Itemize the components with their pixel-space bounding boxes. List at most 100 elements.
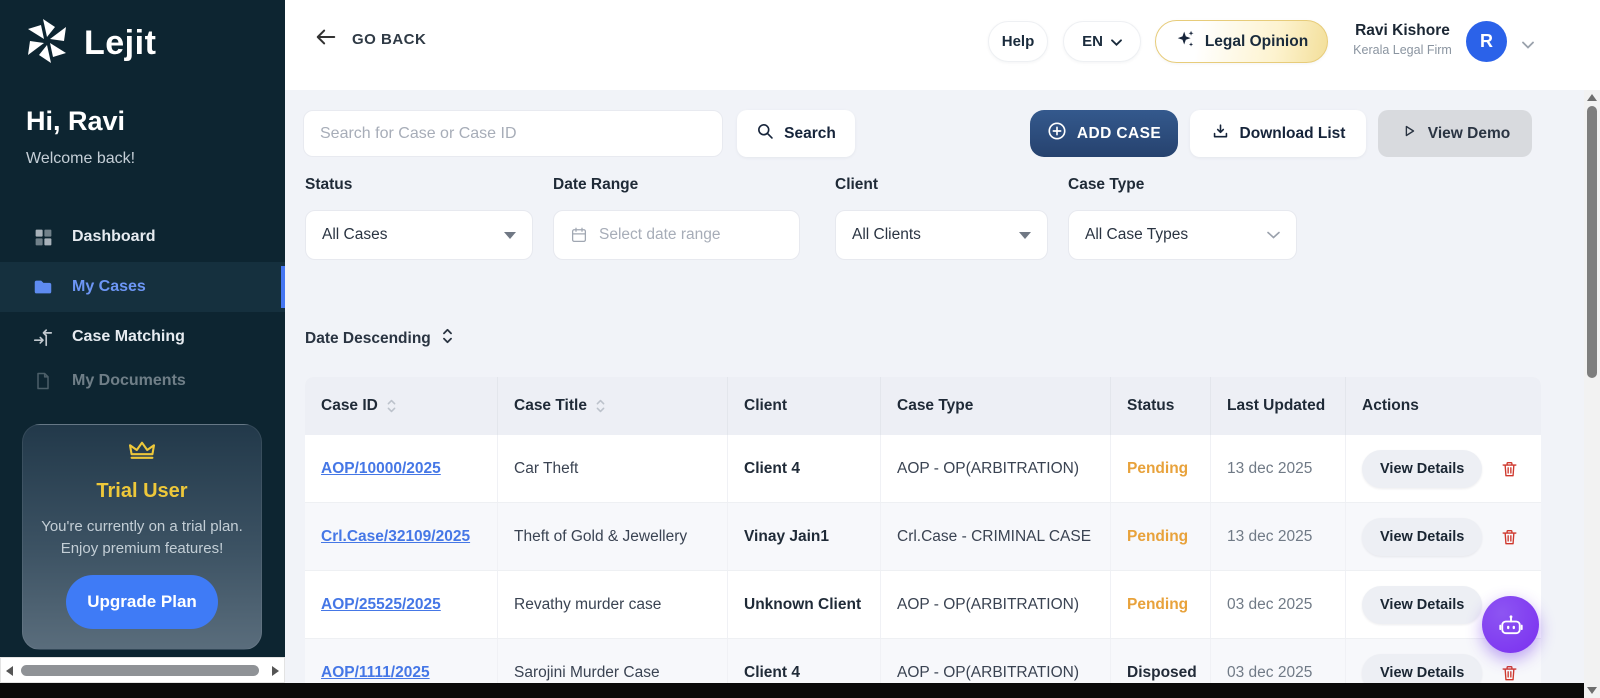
sort-label: Date Descending (305, 330, 431, 348)
horizontal-scrollbar[interactable] (0, 657, 285, 683)
scroll-right-arrow-icon[interactable] (272, 666, 279, 676)
last-updated-cell: 13 dec 2025 (1210, 435, 1345, 502)
user-organization: Kerala Legal Firm (1340, 43, 1465, 57)
download-list-button[interactable]: Download List (1190, 110, 1366, 157)
column-header-last-updated: Last Updated (1210, 377, 1345, 435)
top-header: GO BACK Help EN Legal Opinion Ravi Kisho… (285, 0, 1600, 90)
column-label: Case Type (897, 397, 973, 415)
delete-case-button[interactable] (1500, 663, 1519, 683)
column-label: Case ID (321, 397, 378, 415)
robot-icon (1497, 611, 1525, 639)
download-icon (1211, 122, 1230, 146)
table-row: Crl.Case/32109/2025 Theft of Gold & Jewe… (305, 503, 1541, 571)
sidebar-item-my-documents[interactable]: My Documents (0, 362, 285, 400)
legal-opinion-button[interactable]: Legal Opinion (1155, 20, 1328, 63)
client-filter-select[interactable]: All Clients (835, 210, 1048, 260)
client-filter-value: All Clients (852, 226, 1019, 244)
column-header-case-id[interactable]: Case ID (305, 377, 497, 435)
date-range-placeholder: Select date range (599, 226, 783, 244)
client-cell: Unknown Client (727, 571, 880, 638)
case-type-filter-select[interactable]: All Case Types (1068, 210, 1297, 260)
delete-case-button[interactable] (1500, 459, 1519, 479)
horizontal-scrollbar-thumb[interactable] (21, 665, 259, 676)
sort-control[interactable]: Date Descending (305, 328, 454, 349)
status-filter-label: Status (305, 176, 352, 194)
vertical-scrollbar-thumb[interactable] (1587, 106, 1597, 378)
bottom-bar (0, 683, 1584, 698)
user-menu-chevron-icon[interactable] (1522, 36, 1534, 54)
case-id-link[interactable]: AOP/25525/2025 (321, 596, 441, 614)
trial-line1: You're currently on a trial plan. (41, 518, 243, 535)
search-input[interactable] (303, 110, 723, 157)
case-id-link[interactable]: Crl.Case/32109/2025 (321, 528, 470, 546)
greeting: Hi, Ravi (26, 106, 125, 137)
language-label: EN (1082, 33, 1103, 50)
search-icon (756, 122, 774, 145)
sidebar-item-label: Case Matching (72, 328, 185, 346)
upgrade-plan-button[interactable]: Upgrade Plan (66, 575, 218, 629)
client-filter-label: Client (835, 176, 878, 194)
trial-line2: Enjoy premium features! (61, 540, 224, 557)
status-filter-select[interactable]: All Cases (305, 210, 533, 260)
column-header-status: Status (1110, 377, 1210, 435)
calendar-icon (570, 226, 588, 244)
case-type-filter-value: All Case Types (1085, 226, 1267, 244)
go-back-button[interactable]: GO BACK (315, 28, 426, 51)
user-info: Ravi Kishore Kerala Legal Firm (1340, 22, 1465, 57)
sidebar-item-case-matching[interactable]: Case Matching (0, 312, 285, 362)
scroll-down-arrow-icon[interactable] (1587, 687, 1597, 694)
crown-icon (127, 450, 157, 467)
case-type-cell: AOP - OP(ARBITRATION) (880, 571, 1110, 638)
search-button[interactable]: Search (737, 110, 855, 157)
column-header-case-title[interactable]: Case Title (497, 377, 727, 435)
legal-opinion-label: Legal Opinion (1205, 33, 1308, 51)
view-details-button[interactable]: View Details (1362, 518, 1482, 556)
language-selector[interactable]: EN (1063, 21, 1141, 62)
status-cell: Pending (1110, 571, 1210, 638)
chatbot-fab-button[interactable] (1482, 596, 1539, 653)
case-title-cell: Revathy murder case (497, 571, 727, 638)
delete-case-button[interactable] (1500, 527, 1519, 547)
dropdown-arrow-icon (1019, 232, 1031, 239)
download-list-label: Download List (1240, 125, 1346, 143)
scroll-up-arrow-icon[interactable] (1587, 94, 1597, 101)
case-type-cell: AOP - OP(ARBITRATION) (880, 435, 1110, 502)
add-case-button[interactable]: ADD CASE (1030, 110, 1178, 157)
avatar[interactable]: R (1466, 21, 1507, 62)
trash-icon (1500, 663, 1519, 683)
client-cell: Vinay Jain1 (727, 503, 880, 570)
app-name: Lejit (84, 24, 156, 63)
back-arrow-icon (315, 28, 337, 51)
case-id-link[interactable]: AOP/10000/2025 (321, 460, 441, 478)
case-id-link[interactable]: AOP/1111/2025 (321, 664, 430, 682)
plus-circle-icon (1047, 121, 1067, 146)
view-details-button[interactable]: View Details (1362, 450, 1482, 488)
case-title-cell: Car Theft (497, 435, 727, 502)
status-filter-value: All Cases (322, 226, 504, 244)
vertical-scrollbar[interactable] (1584, 90, 1600, 698)
case-type-filter-label: Case Type (1068, 176, 1144, 194)
trash-icon (1500, 527, 1519, 547)
trash-icon (1500, 459, 1519, 479)
client-cell: Client 4 (727, 435, 880, 502)
play-icon (1400, 122, 1418, 145)
date-range-input[interactable]: Select date range (553, 210, 800, 260)
column-header-actions: Actions (1345, 377, 1541, 435)
trial-card: Trial User You're currently on a trial p… (22, 424, 262, 650)
column-label: Client (744, 397, 787, 415)
date-range-filter-label: Date Range (553, 176, 638, 194)
view-details-button[interactable]: View Details (1362, 586, 1482, 624)
document-icon (32, 370, 54, 392)
column-sort-icon (386, 399, 397, 413)
add-case-label: ADD CASE (1077, 125, 1161, 143)
view-demo-button[interactable]: View Demo (1378, 110, 1532, 157)
scroll-left-arrow-icon[interactable] (6, 666, 13, 676)
sidebar-item-my-cases[interactable]: My Cases (0, 262, 285, 312)
help-button[interactable]: Help (988, 21, 1048, 62)
cases-table: Case ID Case Title Client Case Type Stat… (305, 377, 1541, 698)
lejit-pinwheel-icon (20, 14, 74, 73)
merge-arrows-icon (32, 326, 54, 348)
sparkles-icon (1175, 28, 1197, 55)
column-label: Last Updated (1227, 397, 1325, 415)
sidebar-item-dashboard[interactable]: Dashboard (0, 212, 285, 262)
